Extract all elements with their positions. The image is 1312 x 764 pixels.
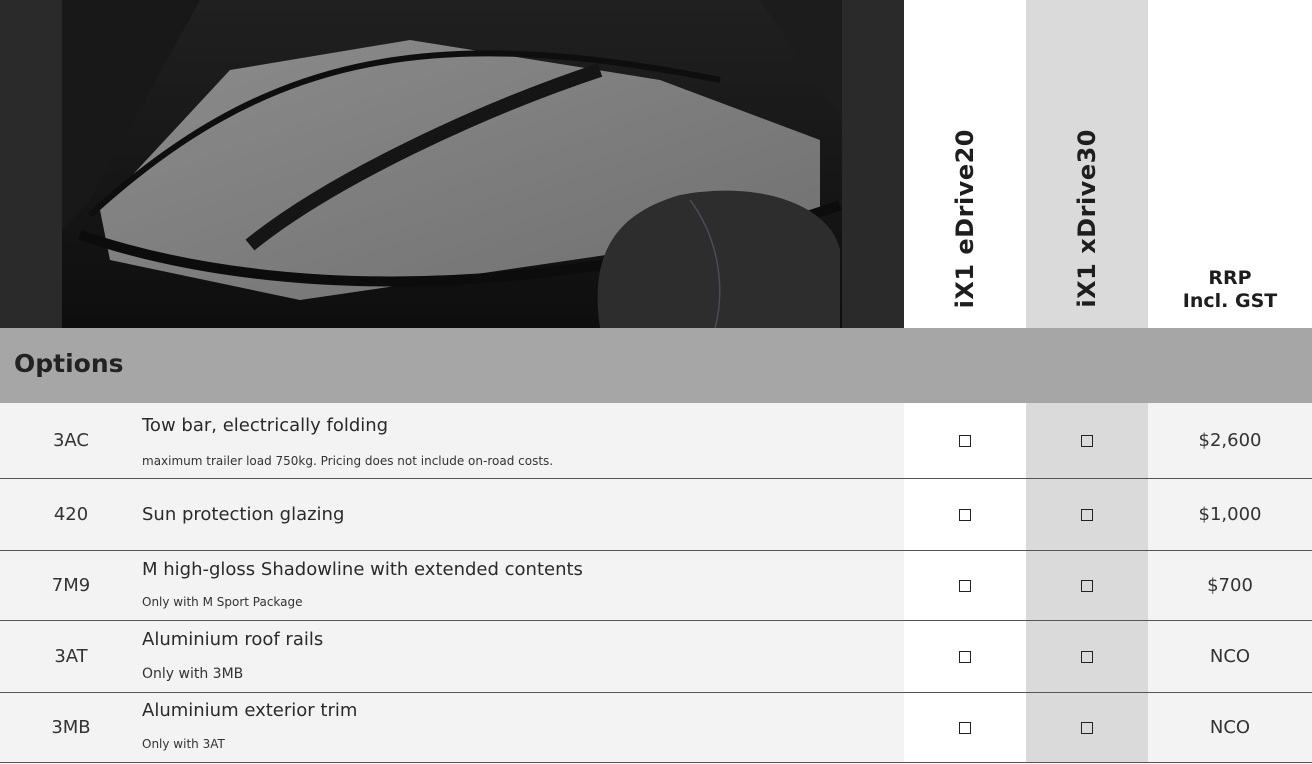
model-name-xdrive30: iX1 xDrive30 [1073, 129, 1101, 308]
checkbox-xdrive30[interactable] [1081, 721, 1093, 734]
option-code: 3MB [51, 717, 91, 738]
rrp-header: RRP Incl. GST [1148, 267, 1312, 313]
option-price: NCO [1209, 717, 1251, 738]
option-description: Aluminium exterior trim Only with 3AT [142, 693, 892, 762]
option-title: Sun protection glazing [142, 504, 345, 525]
hero-image-sunroof [0, 0, 904, 328]
table-row: 3AT Aluminium roof rails Only with 3MB N… [0, 621, 1312, 693]
option-price: $700 [1207, 575, 1253, 596]
table-row: 3AC Tow bar, electrically folding maximu… [0, 403, 1312, 479]
option-title: M high-gloss Shadowline with extended co… [142, 559, 583, 580]
section-title: Options [14, 349, 124, 378]
checkbox-edrive20[interactable] [959, 434, 971, 447]
option-description: Tow bar, electrically folding maximum tr… [142, 403, 892, 478]
option-code: 3AC [52, 430, 90, 451]
option-note: Only with M Sport Package [142, 595, 303, 609]
option-note: Only with 3AT [142, 737, 225, 751]
option-price: NCO [1209, 646, 1251, 667]
rrp-label: RRP [1208, 267, 1252, 289]
incl-gst-label: Incl. GST [1182, 290, 1278, 312]
column-header-rrp: RRP Incl. GST [1148, 0, 1312, 328]
table-row: 420 Sun protection glazing $1,000 [0, 479, 1312, 551]
checkbox-xdrive30[interactable] [1081, 434, 1093, 447]
options-section-header: Options [0, 328, 1312, 403]
column-header-edrive20: iX1 eDrive20 [904, 0, 1026, 328]
option-price: $1,000 [1198, 504, 1262, 525]
option-description: Aluminium roof rails Only with 3MB [142, 621, 892, 692]
checkbox-edrive20[interactable] [959, 721, 971, 734]
checkbox-edrive20[interactable] [959, 650, 971, 663]
table-row: 3MB Aluminium exterior trim Only with 3A… [0, 693, 1312, 763]
option-description: M high-gloss Shadowline with extended co… [142, 551, 892, 620]
checkbox-xdrive30[interactable] [1081, 650, 1093, 663]
option-code: 420 [53, 504, 89, 525]
option-code: 3AT [54, 646, 88, 667]
checkbox-edrive20[interactable] [959, 508, 971, 521]
column-header-xdrive30: iX1 xDrive30 [1026, 0, 1148, 328]
checkbox-edrive20[interactable] [959, 579, 971, 592]
option-title: Tow bar, electrically folding [142, 415, 389, 436]
table-row: 7M9 M high-gloss Shadowline with extende… [0, 551, 1312, 621]
option-price: $2,600 [1198, 430, 1262, 451]
option-title: Aluminium roof rails [142, 629, 324, 650]
checkbox-xdrive30[interactable] [1081, 579, 1093, 592]
option-title: Aluminium exterior trim [142, 700, 358, 721]
option-note: maximum trailer load 750kg. Pricing does… [142, 454, 554, 468]
option-description: Sun protection glazing [142, 479, 892, 550]
checkbox-xdrive30[interactable] [1081, 508, 1093, 521]
model-name-edrive20: iX1 eDrive20 [951, 128, 979, 308]
option-note: Only with 3MB [142, 666, 244, 682]
options-table: 3AC Tow bar, electrically folding maximu… [0, 403, 1312, 763]
option-code: 7M9 [51, 575, 91, 596]
